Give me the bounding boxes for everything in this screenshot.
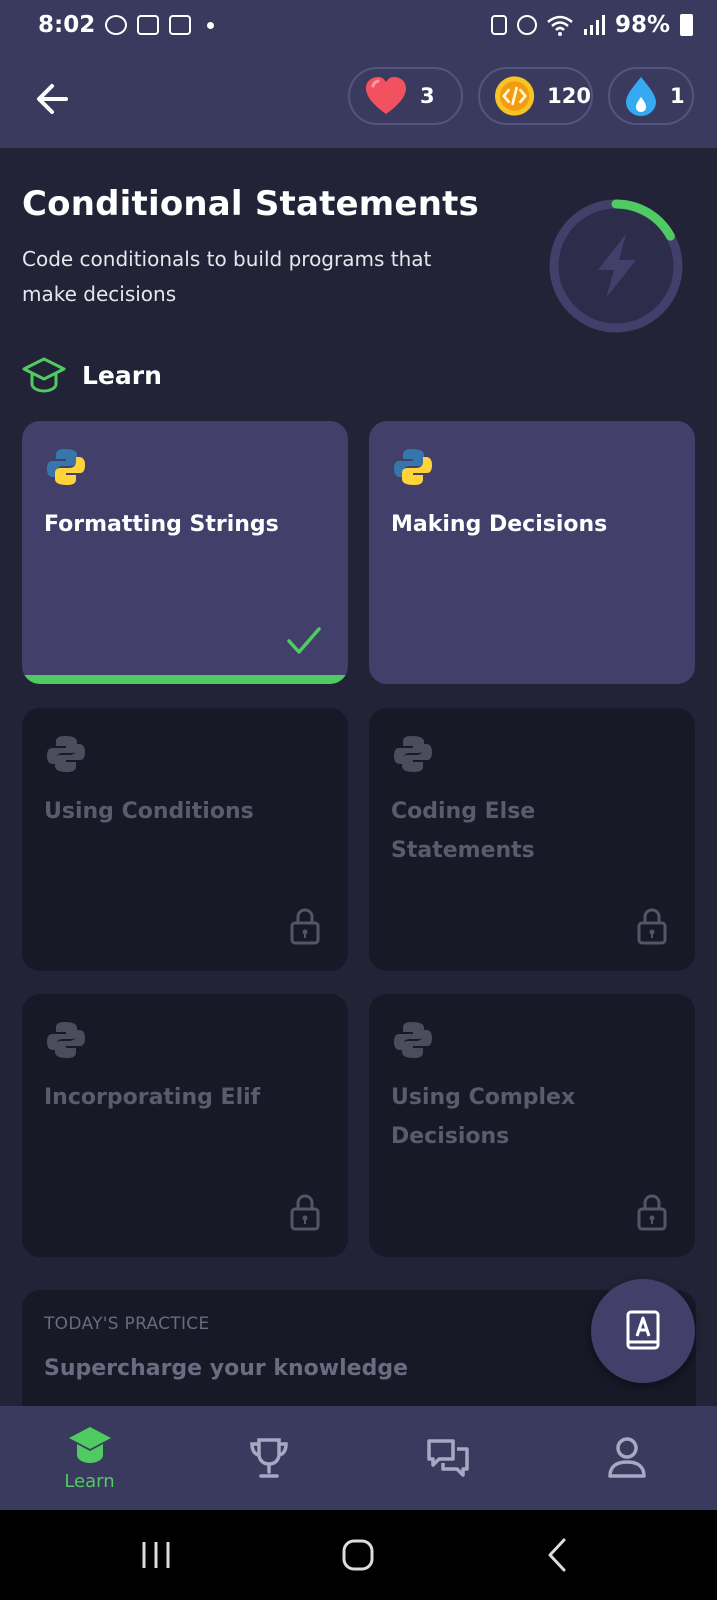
water-drop-icon bbox=[626, 77, 656, 116]
python-icon bbox=[394, 736, 432, 772]
lesson-title: Using Complex Decisions bbox=[391, 1085, 576, 1149]
glossary-book-icon bbox=[626, 1310, 660, 1350]
lesson-card-using-conditions[interactable]: Using Conditions bbox=[22, 708, 348, 971]
heart-icon bbox=[366, 77, 406, 114]
system-navigation-bar bbox=[0, 1510, 717, 1600]
profile-icon bbox=[607, 1437, 646, 1478]
nav-community[interactable] bbox=[358, 1406, 537, 1510]
calendar-icon bbox=[137, 15, 160, 35]
lesson-card-formatting-strings[interactable]: Formatting Strings bbox=[22, 421, 348, 684]
python-icon bbox=[47, 449, 85, 485]
python-icon bbox=[394, 1022, 432, 1058]
practice-title: Supercharge your knowledge bbox=[44, 1356, 408, 1381]
lock-icon bbox=[637, 908, 667, 945]
lesson-progress-bar bbox=[22, 675, 348, 684]
graduation-cap-outline-icon bbox=[22, 357, 66, 393]
lesson-title: Using Conditions bbox=[44, 799, 254, 824]
battery-percent: 98% bbox=[614, 12, 670, 38]
alarm-status-icon bbox=[516, 15, 537, 35]
lesson-title: Coding Else Statements bbox=[391, 799, 536, 863]
lock-icon bbox=[637, 1194, 667, 1231]
lock-icon bbox=[290, 1194, 320, 1231]
wifi-icon bbox=[547, 15, 573, 36]
python-icon bbox=[47, 1022, 85, 1058]
course-progress-ring bbox=[549, 199, 683, 333]
battery-icon bbox=[680, 14, 693, 36]
lesson-card-coding-else-statements[interactable]: Coding Else Statements bbox=[369, 708, 695, 971]
status-time: 8:02 bbox=[38, 12, 96, 38]
lesson-title: Making Decisions bbox=[391, 512, 608, 537]
home-icon[interactable] bbox=[328, 1532, 388, 1578]
course-description: Code conditionals to build programs that… bbox=[22, 247, 432, 306]
learn-section-label: Learn bbox=[82, 360, 162, 390]
coins-counter[interactable]: 120 bbox=[478, 67, 593, 125]
lesson-title: Formatting Strings bbox=[44, 512, 279, 537]
streak-count: 1 bbox=[670, 84, 685, 108]
bottom-navigation: Learn bbox=[0, 1406, 717, 1510]
coins-count: 120 bbox=[547, 84, 591, 108]
learn-section-header: Learn bbox=[22, 356, 162, 394]
lock-icon bbox=[290, 908, 320, 945]
nav-leaderboard[interactable] bbox=[179, 1406, 358, 1510]
status-bar: 8:02 98% bbox=[0, 0, 717, 50]
hearts-count: 3 bbox=[420, 84, 435, 108]
top-header: 3 120 1 bbox=[0, 50, 717, 148]
back-arrow-icon[interactable] bbox=[30, 76, 76, 122]
lesson-title: Incorporating Elif bbox=[44, 1085, 261, 1110]
coin-icon bbox=[494, 76, 535, 116]
python-icon bbox=[394, 449, 432, 485]
lock-status-icon bbox=[490, 15, 507, 35]
nav-learn-label: Learn bbox=[64, 1470, 115, 1492]
hearts-counter[interactable]: 3 bbox=[348, 67, 463, 125]
lesson-card-using-complex-decisions[interactable]: Using Complex Decisions bbox=[369, 994, 695, 1257]
graduation-cap-icon bbox=[68, 1426, 111, 1463]
trophy-icon bbox=[249, 1438, 288, 1478]
practice-label: TODAY'S PRACTICE bbox=[44, 1314, 210, 1334]
glossary-button[interactable] bbox=[591, 1279, 695, 1383]
nav-learn[interactable]: Learn bbox=[0, 1406, 179, 1510]
calendar-app-icon bbox=[169, 15, 192, 35]
system-back-icon[interactable] bbox=[528, 1532, 588, 1578]
lesson-card-incorporating-elif[interactable]: Incorporating Elif bbox=[22, 994, 348, 1257]
alarm-icon bbox=[105, 15, 128, 35]
notification-dot-icon bbox=[207, 21, 215, 29]
streak-counter[interactable]: 1 bbox=[608, 67, 694, 125]
signal-icon bbox=[583, 15, 605, 35]
checkmark-icon bbox=[287, 627, 321, 654]
course-title: Conditional Statements bbox=[22, 184, 479, 224]
chat-icon bbox=[426, 1439, 469, 1477]
recent-apps-icon[interactable] bbox=[126, 1532, 186, 1578]
nav-profile[interactable] bbox=[537, 1406, 716, 1510]
python-icon bbox=[47, 736, 85, 772]
lesson-card-making-decisions[interactable]: Making Decisions bbox=[369, 421, 695, 684]
